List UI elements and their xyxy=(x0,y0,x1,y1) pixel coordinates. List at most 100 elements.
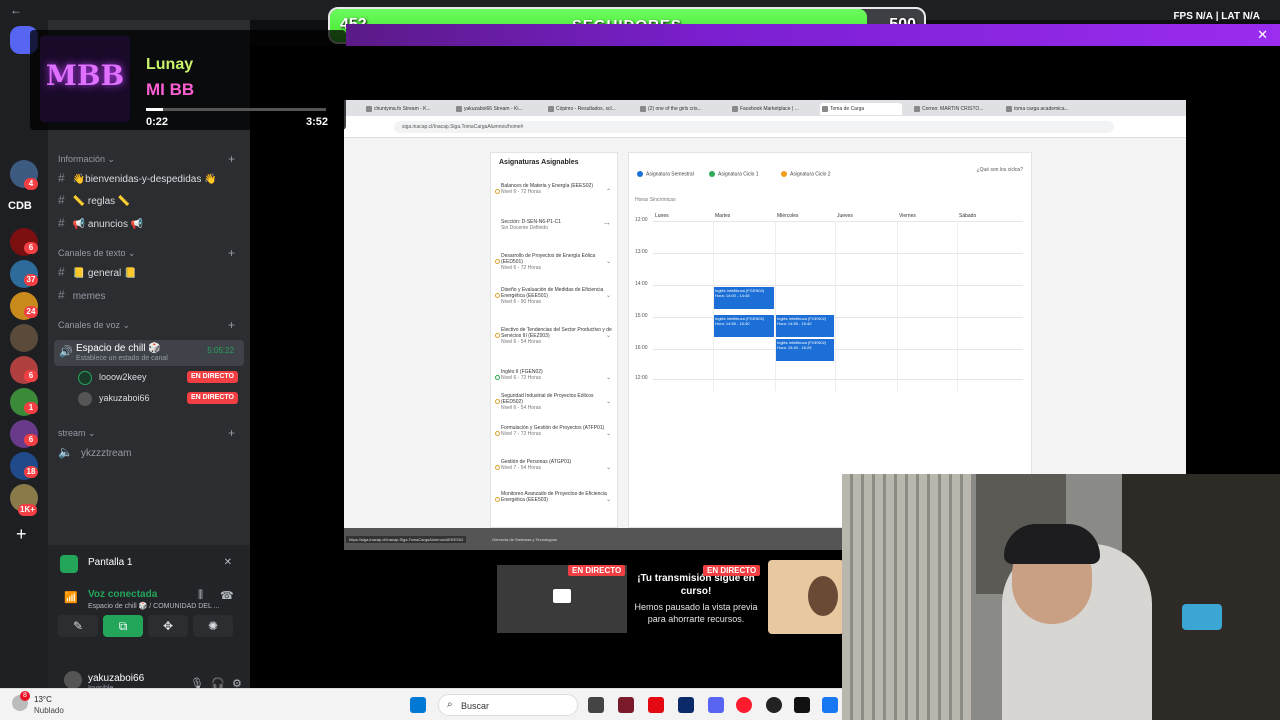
day-header: Martes xyxy=(715,213,731,219)
status-dot xyxy=(495,375,500,380)
schedule-block[interactable]: Inglés Intellibuca (FGEN02) Hora: 15:40 … xyxy=(776,339,834,361)
browser-tab[interactable]: (2) one of the girls cris... xyxy=(638,103,720,115)
course-item[interactable]: Inglés II (FGEN02) Nivel 6 - 72 Horas ⌄ xyxy=(495,369,615,381)
netflix-icon[interactable] xyxy=(648,697,664,713)
grid-line xyxy=(653,221,1023,222)
stream-thumbnail[interactable] xyxy=(768,560,844,634)
cycles-help-link[interactable]: ¿Qué son los ciclos? xyxy=(977,167,1023,173)
category-text[interactable]: Canales de texto ⌄ + xyxy=(58,246,235,260)
soundboard-button[interactable]: ✺ xyxy=(193,615,233,637)
voice-channel-stream[interactable]: 🔈 ykzzztream xyxy=(58,443,244,461)
activities-button[interactable]: ✥ xyxy=(148,615,188,637)
browser-tab[interactable]: toma carga academica... xyxy=(1004,103,1086,115)
course-item[interactable]: Seguridad Industrial de Proyectos Eólico… xyxy=(495,393,615,411)
url-field[interactable]: siga.inacap.cl/Inacap.Siga.TomaCargaAlum… xyxy=(394,121,1114,133)
schedule-block[interactable]: Inglés Intellibuca (FGEN02) Hora: 14:55 … xyxy=(776,315,834,337)
speaker-icon: 🔊 xyxy=(59,346,73,358)
app-icon[interactable] xyxy=(618,697,634,713)
voice-channel-espacio[interactable]: 🔊 Espacio de chill 🎲 Establece un estado… xyxy=(54,340,244,366)
channel-reglas[interactable]: # 📏 reglas 📏 xyxy=(58,191,244,209)
hours-label: Horas Sincrónicas xyxy=(635,197,676,203)
status-dot xyxy=(495,399,500,404)
browser-tab-active[interactable]: Toma de Carga xyxy=(820,103,902,115)
voice-user[interactable]: looow2keey EN DIRECTO xyxy=(78,369,238,385)
total-time: 3:52 xyxy=(305,116,328,128)
browser-tab[interactable]: Facebook Marketplace | ... xyxy=(730,103,812,115)
channel-bienvenidas[interactable]: # 👋bienvenidas-y-despedidas 👋 xyxy=(58,169,244,187)
noise-icon[interactable]: ⫼ xyxy=(198,589,203,602)
add-channel-icon: + xyxy=(228,318,236,332)
mention-badge: 1K+ xyxy=(18,504,37,516)
course-item[interactable]: Formulación y Gestión de Proyectos (ATFP… xyxy=(495,425,615,437)
share-screen-button[interactable]: ⧉ xyxy=(103,615,143,637)
course-item[interactable]: Electivo de Tendencias del Sector Produc… xyxy=(495,327,615,345)
hour-label: 15:00 xyxy=(635,313,648,319)
facebook-icon[interactable] xyxy=(822,697,838,713)
back-arrow-icon[interactable]: ← xyxy=(10,3,22,17)
course-item[interactable]: Balances de Materia y Energía (EEES02) Ni… xyxy=(495,183,615,195)
signal-icon[interactable]: 📶 xyxy=(64,591,78,604)
channel-memes[interactable]: # memes xyxy=(58,286,244,304)
avatar[interactable] xyxy=(64,671,82,689)
song-progress xyxy=(146,108,326,111)
webcam-wall xyxy=(842,474,972,720)
channel-anuncios[interactable]: # 📢 anuncios 📢 xyxy=(58,214,244,232)
song-progress-fill xyxy=(146,108,164,111)
course-item[interactable]: Gestión de Personas (ATGP01) Nivel 7 - 54… xyxy=(495,459,615,471)
legend-ciclo1: Asignatura Ciclo 1 xyxy=(709,171,759,177)
obs-icon[interactable] xyxy=(766,697,782,713)
course-item[interactable]: Desarrollo de Proyectos de Energía Eólic… xyxy=(495,253,615,271)
tiktok-icon[interactable] xyxy=(794,697,810,713)
browser-tab[interactable]: Cópimo - Resultados, scl... xyxy=(546,103,628,115)
windows-start-icon[interactable] xyxy=(410,697,426,713)
close-icon[interactable]: ✕ xyxy=(1257,27,1268,43)
add-server-icon[interactable]: + xyxy=(16,525,27,543)
day-header: Viernes xyxy=(899,213,916,219)
mention-badge: 24 xyxy=(24,306,38,318)
screen-share-panel: Pantalla 1 ✕ xyxy=(48,545,250,589)
now-playing-widget: MBB Lunay MI BB 0:22 3:52 xyxy=(30,30,346,130)
webcam-feed xyxy=(842,474,1280,720)
live-badge: EN DIRECTO xyxy=(568,565,626,576)
channel-general[interactable]: # 📒 general 📒 xyxy=(58,263,244,281)
stop-share-icon[interactable]: ✕ xyxy=(224,557,232,568)
live-badge: EN DIRECTO xyxy=(703,565,761,576)
server-icon[interactable] xyxy=(10,324,38,352)
disney-icon[interactable] xyxy=(678,697,694,713)
category-stream[interactable]: stream ⌄ + xyxy=(58,426,235,440)
add-channel-icon: + xyxy=(228,152,236,166)
camera-button[interactable]: ✎ xyxy=(58,615,98,637)
course-item[interactable]: Monitoreo Avanzado de Proyectos de Efici… xyxy=(495,491,615,503)
artist-name: Lunay xyxy=(146,56,194,73)
file-explorer-icon[interactable] xyxy=(588,697,604,713)
opera-icon[interactable] xyxy=(736,697,752,713)
server-cdb[interactable]: CDB xyxy=(8,200,32,212)
add-channel-icon: + xyxy=(228,426,236,440)
disconnect-icon[interactable]: ☎ xyxy=(220,589,234,602)
web-page: Asignaturas Asignables Balances de Mater… xyxy=(344,138,1186,528)
schedule-block[interactable]: Inglés Intellibuca (FGEN02) Hora: 14:55 … xyxy=(714,315,774,337)
section-item[interactable]: Sección: D-SEN-N6-P1-C1 Sin Docente Defin… xyxy=(501,218,615,232)
discord-icon[interactable] xyxy=(708,697,724,713)
hash-icon: # xyxy=(58,171,65,185)
taskbar-search[interactable]: ⌕ Buscar xyxy=(438,694,578,716)
mention-badge: 1 xyxy=(24,402,38,414)
screen: ← FPS N/A | LAT N/A 4 CDB 6 37 24 6 1 6 … xyxy=(0,0,1280,720)
legend-dot xyxy=(781,171,787,177)
browser-tab[interactable]: yakuzaboi66 Stream - Ki... xyxy=(454,103,536,115)
voice-user[interactable]: yakuzaboi66 EN DIRECTO xyxy=(78,390,238,406)
status-dot xyxy=(495,465,500,470)
category-info[interactable]: Información ⌄ + xyxy=(58,152,235,166)
course-item[interactable]: Diseño y Evaluación de Medidas de Eficie… xyxy=(495,287,615,305)
album-logo: MBB xyxy=(40,36,130,122)
browser-tab[interactable]: Correo: MARTIN CRISTO... xyxy=(912,103,994,115)
paused-subtitle: Hemos pausado la vista previa para ahorr… xyxy=(634,602,758,624)
voice-connection-panel: 📶 Voz conectada Espacio de chill 🎲 / COM… xyxy=(48,589,250,659)
browser-tab[interactable]: chuntyma.fo Stream - K... xyxy=(364,103,446,115)
status-dot xyxy=(495,497,500,502)
grid-line xyxy=(897,221,898,391)
screen-icon xyxy=(60,555,78,573)
schedule-block[interactable]: Inglés Intellibuca (FGEN02) Hora: 14:00 … xyxy=(714,287,774,309)
category-voice[interactable]: Canales de voz ⌄ + xyxy=(58,318,235,332)
chevron-down-icon: ⌄ xyxy=(605,431,611,437)
